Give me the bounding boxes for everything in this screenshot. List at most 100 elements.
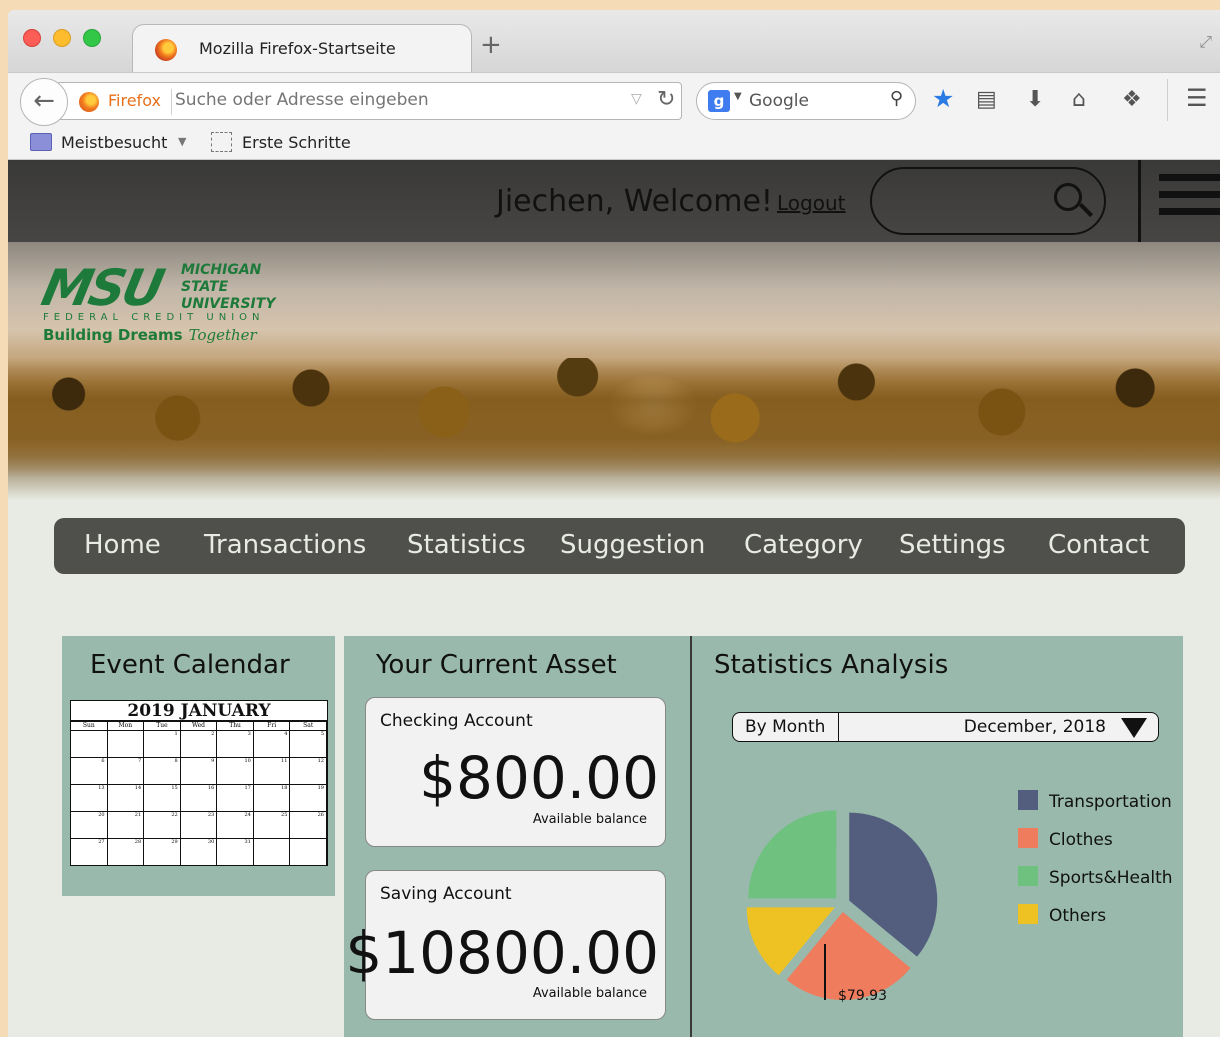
bookmark-star-icon[interactable]: ★	[932, 84, 954, 113]
logo-tagline: Building Dreams Together	[43, 326, 257, 344]
bookmark-erste-schritte[interactable]: Erste Schritte	[242, 133, 351, 152]
calendar-day[interactable]: 16	[180, 785, 218, 812]
main-nav: Home Transactions Statistics Suggestion …	[54, 518, 1185, 574]
logout-link[interactable]: Logout	[777, 191, 845, 215]
menu-icon[interactable]: ☰	[1186, 84, 1208, 112]
calendar-day[interactable]: 11	[253, 758, 291, 785]
nav-transactions[interactable]: Transactions	[204, 530, 366, 560]
calendar-day[interactable]: 12	[290, 758, 327, 785]
checking-account-card[interactable]: Checking Account $800.00 Available balan…	[365, 697, 666, 847]
nav-suggestion[interactable]: Suggestion	[560, 530, 705, 560]
calendar-day[interactable]: 29	[144, 839, 181, 866]
weekday-label: Thu	[217, 722, 254, 730]
period-value: December, 2018	[963, 717, 1106, 737]
calendar-day[interactable]: 9	[180, 758, 218, 785]
account-label: Saving Account	[380, 884, 512, 904]
msufcu-logo[interactable]: MSU Michigan State University FEDERAL CR…	[37, 259, 276, 362]
calendar-day[interactable]: 19	[290, 785, 327, 812]
back-button[interactable]: ←	[20, 78, 68, 126]
bookmarks-menu-icon[interactable]: ▤	[976, 87, 997, 112]
new-tab-button[interactable]: +	[480, 32, 502, 58]
calendar-day[interactable]: 24	[217, 812, 254, 839]
calendar-day[interactable]: 22	[144, 812, 181, 839]
legend-swatch	[1018, 828, 1038, 848]
url-dropdown-icon[interactable]: ▽	[631, 91, 642, 107]
firefox-identity-icon	[79, 92, 99, 112]
search-icon[interactable]	[1054, 183, 1082, 211]
calendar-day[interactable]: 2	[180, 731, 218, 758]
calendar-day[interactable]: 13	[71, 785, 108, 812]
calendar-grid: 1 2 3 4 5 6 7 8 9 10 11 12 13 14 15 16 17 18 19 20 21 22 23 24 2…	[71, 731, 327, 866]
period-select[interactable]: By Month December, 2018	[732, 712, 1159, 742]
calendar-day[interactable]: 17	[217, 785, 254, 812]
calendar-day[interactable]: 28	[107, 839, 145, 866]
url-separator	[171, 89, 172, 115]
available-balance-label: Available balance	[532, 812, 647, 827]
calendar-day	[290, 839, 327, 866]
zoom-window-button[interactable]	[83, 29, 101, 47]
calendar-day[interactable]: 27	[71, 839, 108, 866]
nav-home[interactable]: Home	[84, 530, 161, 560]
value-leader-line	[824, 944, 826, 1000]
reload-icon[interactable]: ↻	[657, 87, 675, 112]
home-icon[interactable]: ⌂	[1072, 87, 1086, 112]
legend-label: Sports&Health	[1049, 868, 1173, 888]
google-icon[interactable]: g	[708, 90, 730, 112]
hamburger-menu-icon[interactable]	[1159, 174, 1220, 225]
calendar-day[interactable]: 10	[217, 758, 254, 785]
calendar-day[interactable]: 23	[180, 812, 218, 839]
site-search-box[interactable]	[870, 167, 1106, 235]
dropdown-arrow-icon[interactable]	[1121, 718, 1147, 738]
mode-select[interactable]: By Month	[733, 713, 839, 741]
search-icon[interactable]: ⚲	[890, 88, 903, 109]
calendar-day[interactable]: 6	[71, 758, 108, 785]
close-window-button[interactable]	[23, 29, 41, 47]
browser-tab[interactable]: Mozilla Firefox-Startseite	[132, 24, 472, 74]
calendar-day[interactable]: 21	[107, 812, 145, 839]
search-bar[interactable]: g ▼ Google ⚲	[696, 82, 916, 120]
search-engine-label: Google	[749, 91, 809, 111]
saving-account-card[interactable]: Saving Account $10800.00 Available balan…	[345, 870, 666, 1020]
calendar-day[interactable]: 15	[144, 785, 181, 812]
identity-label: Firefox	[108, 91, 161, 110]
calendar-day[interactable]: 1	[144, 731, 181, 758]
calendar-day[interactable]: 8	[144, 758, 181, 785]
nav-settings[interactable]: Settings	[899, 530, 1006, 560]
calendar-day[interactable]: 20	[71, 812, 108, 839]
calendar-day[interactable]: 18	[253, 785, 291, 812]
share-icon[interactable]: ❖	[1122, 87, 1142, 112]
fullscreen-icon[interactable]: ⤢	[1199, 32, 1212, 52]
calendar[interactable]: 2019 JANUARY Sun Mon Tue Wed Thu Fri Sat 12345…	[70, 700, 328, 866]
calendar-day[interactable]: 31	[217, 839, 254, 866]
legend-label: Clothes	[1049, 830, 1113, 850]
pie-slice-sports-health[interactable]	[748, 810, 837, 899]
calendar-day[interactable]: 5	[290, 731, 327, 758]
calendar-day[interactable]: 14	[107, 785, 145, 812]
panel-title: Event Calendar	[90, 650, 290, 680]
calendar-title: 2019 JANUARY	[71, 701, 327, 722]
minimize-window-button[interactable]	[53, 29, 71, 47]
downloads-icon[interactable]: ⬇	[1026, 87, 1044, 112]
firefox-icon	[155, 39, 177, 61]
url-bar[interactable]: Firefox ▽ ↻	[56, 82, 682, 120]
account-label: Checking Account	[380, 711, 533, 731]
weekday-label: Mon	[108, 722, 145, 730]
tab-title: Mozilla Firefox-Startseite	[199, 39, 396, 58]
legend-label: Transportation	[1049, 792, 1172, 812]
chevron-down-icon[interactable]: ▼	[178, 135, 186, 148]
panel-title: Your Current Asset	[376, 650, 617, 680]
nav-statistics[interactable]: Statistics	[407, 530, 526, 560]
calendar-day[interactable]: 7	[107, 758, 145, 785]
calendar-day[interactable]: 3	[217, 731, 254, 758]
calendar-day[interactable]: 4	[253, 731, 291, 758]
calendar-day[interactable]: 25	[253, 812, 291, 839]
nav-contact[interactable]: Contact	[1048, 530, 1149, 560]
bookmark-meistbesucht[interactable]: Meistbesucht	[61, 133, 167, 152]
logo-subtitle: FEDERAL CREDIT UNION	[43, 312, 265, 323]
address-input[interactable]	[175, 90, 615, 110]
nav-category[interactable]: Category	[744, 530, 863, 560]
calendar-day[interactable]: 26	[290, 812, 327, 839]
engine-caret-icon[interactable]: ▼	[734, 91, 742, 102]
calendar-day[interactable]: 30	[180, 839, 218, 866]
pie-value-label: $79.93	[838, 988, 887, 1004]
